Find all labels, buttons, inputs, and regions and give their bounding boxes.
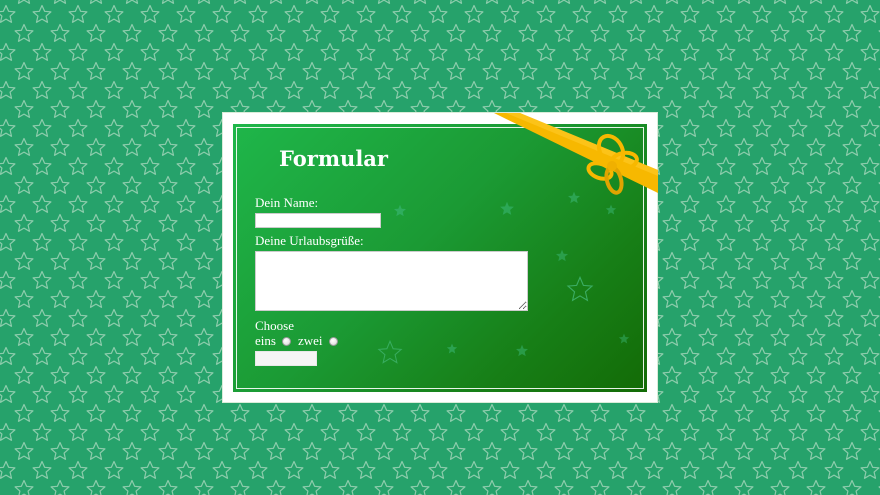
star-icon bbox=[393, 204, 407, 217]
star-icon bbox=[555, 249, 569, 262]
option-eins-label: eins bbox=[255, 333, 276, 348]
form-card: Formular Dein Name: Deine Urlaubsgrüße: … bbox=[222, 112, 658, 403]
option-zwei-radio[interactable] bbox=[328, 336, 338, 346]
star-icon bbox=[605, 204, 617, 215]
option-zwei-label: zwei bbox=[297, 333, 323, 348]
greeting-textarea[interactable] bbox=[255, 251, 528, 311]
name-label: Dein Name: bbox=[255, 195, 319, 210]
greeting-label: Deine Urlaubsgrüße: bbox=[255, 233, 364, 248]
name-input[interactable] bbox=[255, 213, 381, 228]
form-panel: Formular Dein Name: Deine Urlaubsgrüße: … bbox=[233, 124, 647, 392]
submit-button[interactable] bbox=[255, 351, 317, 366]
star-icon bbox=[567, 191, 581, 204]
choose-label: Choose bbox=[255, 318, 294, 333]
star-icon bbox=[515, 344, 529, 357]
option-group: eins zwei bbox=[255, 333, 345, 349]
star-icon bbox=[618, 333, 630, 344]
star-icon bbox=[377, 340, 403, 364]
form-title: Formular bbox=[279, 146, 388, 171]
star-icon bbox=[566, 276, 594, 302]
star-icon bbox=[446, 343, 458, 354]
option-eins-radio[interactable] bbox=[281, 336, 291, 346]
star-icon bbox=[500, 201, 514, 215]
